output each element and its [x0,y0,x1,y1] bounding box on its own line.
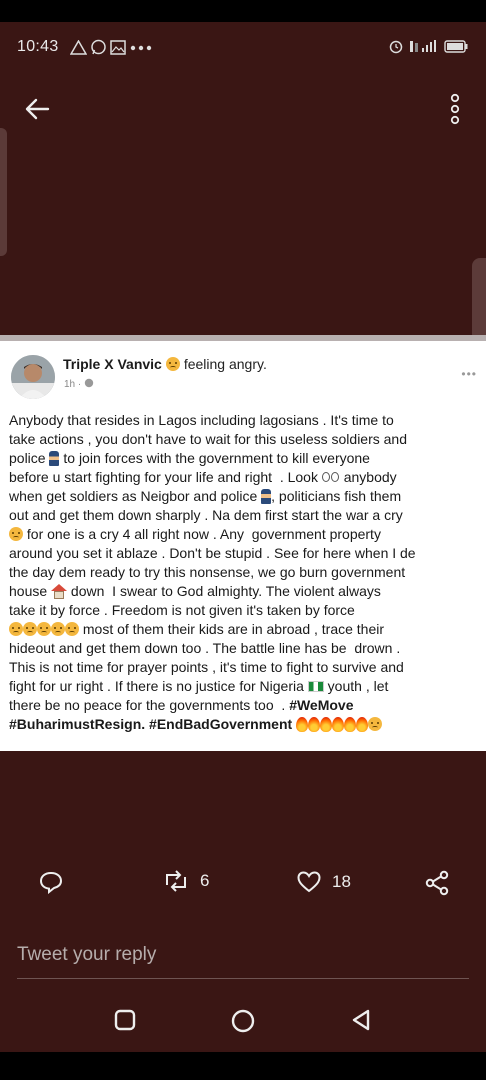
status-icons-right [388,38,468,54]
app-screen: 10:43 Triple X Vanvic feeling angry. 1h … [0,0,486,1080]
police-officer-emoji-icon [49,451,60,466]
vertical-dots-icon[interactable] [448,92,462,126]
angry-emoji-icon [51,622,65,636]
post-line: most of them their kids are in abroad , … [79,621,385,637]
angry-emoji-icon [9,622,23,636]
status-bar: 10:43 [0,22,486,72]
post-line: around you set it ablaze . Don't be stup… [9,545,416,561]
post-time: 1h · [64,379,85,390]
fire-emoji-icon [296,717,309,732]
retweet-icon [166,870,186,892]
post-options-icon[interactable]: ••• [461,367,477,381]
system-nav-bar [0,996,486,1046]
post-line: the day dem ready to try this nonsense, … [9,564,406,580]
post-line: Anybody that resides in Lagos including … [9,412,394,428]
post-line: hideout and get them down too . The batt… [9,640,401,656]
post-line: when get soldiers as Neigbor and police [9,488,258,504]
post-line: house [9,583,48,599]
comment-icon [39,871,63,894]
post-line: before u start fighting for your life an… [9,469,318,485]
battery-icon [444,39,468,53]
reply-composer [17,940,469,979]
avatar-image [11,355,55,399]
reply-button[interactable] [38,870,64,894]
gallery-icon [110,40,126,55]
post-line: This is not time for prayer points , it'… [9,659,404,675]
post-line: to join forces with the government to ki… [59,450,370,466]
fire-emoji-icon [320,717,333,732]
post-line: youth , let [323,678,389,694]
post-line: , politicians fish them [271,488,402,504]
whatsapp-icon [91,39,106,55]
angry-emoji-icon [165,357,180,371]
feeling-text: feeling angry. [183,356,267,372]
author-name[interactable]: Triple X Vanvic [63,356,162,372]
post-line: take actions , you don't have to wait fo… [9,431,408,447]
signal-icon [410,39,436,52]
square-icon[interactable] [113,1008,137,1032]
nigeria-flag-icon [307,681,324,692]
angry-emoji-icon [23,622,37,636]
post-line: take it by force . Freedom is not given … [9,602,355,618]
post-line: for one is a cry 4 all right now . Any g… [23,526,381,542]
retweet-button[interactable]: 6 [162,870,209,892]
share-button[interactable] [424,870,450,896]
fire-emoji-icon [344,717,357,732]
triangle-back-icon[interactable] [349,1008,373,1032]
angry-emoji-icon [37,622,51,636]
police-officer-emoji-icon [261,489,272,504]
bottom-black-strip [0,1052,486,1080]
post-meta: 1h · [64,378,94,390]
tweet-actions: 6 18 [0,870,486,914]
heart-icon [297,871,321,893]
warning-icon [70,40,87,55]
like-button[interactable]: 18 [296,870,351,894]
back-arrow-icon[interactable] [20,92,54,126]
status-icons-left [70,39,153,56]
like-count: 18 [332,872,351,891]
top-black-strip [0,0,486,22]
post-card: Triple X Vanvic feeling angry. 1h · ••• … [0,335,486,751]
post-line: there be no peace for the governments to… [9,697,290,713]
status-time: 10:43 [17,38,59,55]
post-line: police [9,450,46,466]
circle-icon[interactable] [230,1008,256,1034]
post-text: Anybody that resides in Lagos including … [9,411,475,734]
fire-emoji-icon [356,717,369,732]
hashtag-line[interactable]: #BuharimustResign. #EndBadGovernment [9,716,292,732]
post-line: anybody [339,469,397,485]
globe-icon [84,378,94,388]
angry-emoji-icon [368,717,383,731]
right-edge-handle [472,258,486,342]
fire-emoji-icon [332,717,345,732]
hashtag-wemove[interactable]: #WeMove [289,697,353,713]
house-emoji-icon [51,584,68,599]
alarm-icon [389,40,403,54]
fire-emoji-icon [308,717,321,732]
post-line: out and get them down sharply . Na dem f… [9,507,403,523]
post-line: down I swear to God almighty. The violen… [67,583,381,599]
retweet-count: 6 [200,871,210,890]
eyes-emoji-icon [321,472,340,482]
share-icon [425,870,449,896]
post-line: fight for ur right . If there is no just… [9,678,304,694]
more-dots-icon [130,45,152,50]
reply-input[interactable] [17,940,469,970]
left-edge-handle [0,128,7,256]
angry-emoji-icon [65,622,79,636]
crying-emoji-icon [9,527,23,541]
avatar[interactable] [11,355,55,399]
author-line: Triple X Vanvic feeling angry. [63,356,267,372]
